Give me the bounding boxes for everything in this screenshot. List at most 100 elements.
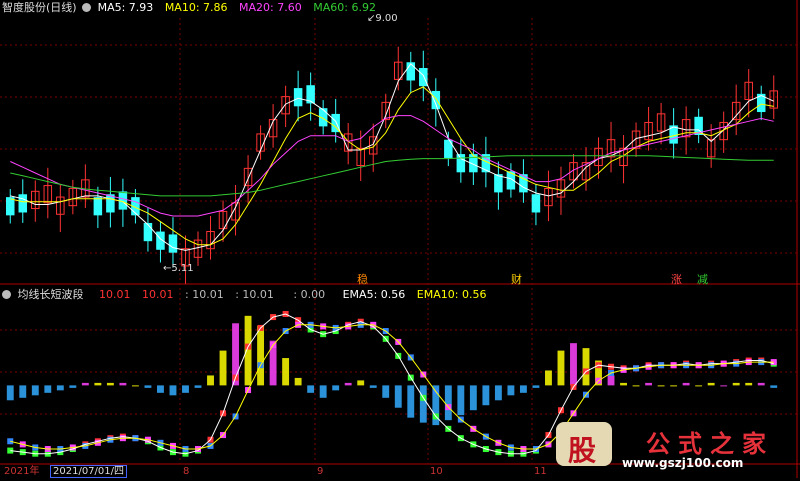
candle	[531, 183, 541, 226]
candle	[68, 179, 78, 215]
price-panel-title: 智度股份(日线)	[2, 1, 77, 14]
histogram-bar	[106, 382, 114, 386]
histogram-bar	[131, 385, 139, 387]
chart-svg[interactable]	[0, 0, 800, 478]
histogram-bar	[682, 382, 690, 386]
settings-dot-icon-2[interactable]	[2, 290, 11, 299]
band-value-1: 10.01	[99, 288, 131, 301]
histogram-bar	[482, 385, 490, 406]
candle	[481, 136, 491, 188]
candle-body	[456, 154, 466, 173]
histogram-bar	[757, 382, 765, 386]
histogram-bar	[494, 385, 502, 401]
candle	[193, 231, 203, 266]
x-label-cursor-date[interactable]: 2021/07/01/四	[50, 465, 128, 478]
candle	[56, 183, 65, 233]
histogram-bar	[357, 380, 365, 386]
x-label-year: 2021年	[4, 466, 40, 477]
candle	[744, 69, 753, 118]
histogram-bar	[419, 385, 427, 423]
histogram-bar	[169, 385, 177, 396]
histogram-bar	[607, 375, 615, 386]
ma-line-ma5	[10, 63, 774, 251]
candle	[406, 51, 416, 94]
ma-line-ma10	[10, 86, 774, 246]
candle	[281, 85, 290, 128]
settings-dot-icon[interactable]	[82, 3, 92, 12]
histogram-bar	[532, 385, 540, 388]
candle	[181, 235, 190, 284]
moving-averages	[10, 63, 774, 251]
histogram-bar	[745, 382, 753, 386]
ema5-label: EMA5: 0.56	[342, 288, 406, 301]
candle	[106, 176, 115, 228]
event-marker-jian[interactable]: 减	[697, 274, 708, 286]
histogram-bar	[657, 385, 665, 387]
candle	[631, 122, 641, 157]
histogram-bar	[469, 385, 477, 411]
x-label-sep: 9	[317, 466, 324, 477]
histogram-bar	[632, 385, 640, 387]
watermark-logo: 股 公式之家 www.gszj100.com	[556, 422, 796, 472]
candle-body	[143, 222, 153, 242]
band-value-4: : 10.01	[235, 288, 274, 301]
event-marker-cai[interactable]: 财	[511, 274, 522, 286]
low-price-annotation: ←5.11	[163, 263, 194, 274]
histogram-bar	[557, 350, 565, 386]
ma-line-ma60	[10, 155, 774, 197]
band-dot-slow	[7, 438, 14, 445]
histogram-bar	[344, 382, 352, 386]
histogram-bar	[207, 375, 214, 386]
histogram-bar	[382, 385, 390, 398]
candle-body	[18, 194, 28, 213]
histogram-bar	[369, 385, 377, 388]
event-marker-zhang[interactable]: 涨	[671, 274, 682, 286]
histogram-bar	[219, 350, 227, 386]
low-price-value: 5.11	[171, 263, 194, 274]
candle	[6, 189, 15, 224]
candle-body	[293, 88, 303, 107]
band-panel-header: 均线长短波段 10.01 10.01 : 10.01 : 10.01 : 0.0…	[0, 288, 486, 302]
band-histogram	[6, 315, 778, 426]
event-marker-wen[interactable]: 稳	[357, 274, 368, 286]
chart-stage[interactable]: 智度股份(日线) MA5: 7.93 MA10: 7.86 MA20: 7.60…	[0, 0, 800, 478]
high-price-value: 9.00	[375, 13, 398, 24]
candle-body	[106, 194, 115, 213]
logo-badge: 股	[556, 422, 612, 467]
candle-body	[168, 234, 178, 253]
candle-body	[406, 62, 416, 81]
histogram-bar	[94, 382, 102, 386]
logo-name: 公式之家	[646, 430, 774, 458]
high-price-annotation: ↙9.00	[367, 13, 398, 24]
histogram-bar	[69, 385, 77, 388]
candle	[606, 121, 616, 173]
candle	[694, 108, 703, 144]
histogram-bar	[257, 325, 265, 386]
candle	[268, 104, 278, 148]
candle-body	[6, 197, 15, 216]
candle	[256, 125, 265, 160]
histogram-bar	[620, 382, 627, 386]
histogram-bar	[157, 385, 164, 393]
candle	[731, 84, 741, 136]
histogram-bar	[545, 370, 552, 386]
histogram-bar	[294, 377, 302, 386]
candle	[156, 221, 165, 263]
candle-body	[331, 113, 340, 133]
histogram-bar	[707, 382, 715, 386]
histogram-bar	[695, 385, 703, 387]
histogram-bar	[56, 385, 64, 391]
candle-body	[118, 191, 128, 210]
logo-badge-text: 股	[568, 434, 597, 467]
candle	[569, 154, 578, 189]
candle-body	[419, 68, 428, 87]
candle-body	[93, 197, 103, 216]
candle	[669, 108, 678, 159]
histogram-bar	[444, 385, 452, 421]
band-value-5: : 0.00	[293, 288, 326, 301]
ma20-label: MA20: 7.60	[239, 1, 302, 14]
histogram-bar	[282, 358, 290, 386]
histogram-bar	[81, 382, 89, 386]
band-value-2: 10.01	[142, 288, 174, 301]
candle	[756, 85, 766, 121]
